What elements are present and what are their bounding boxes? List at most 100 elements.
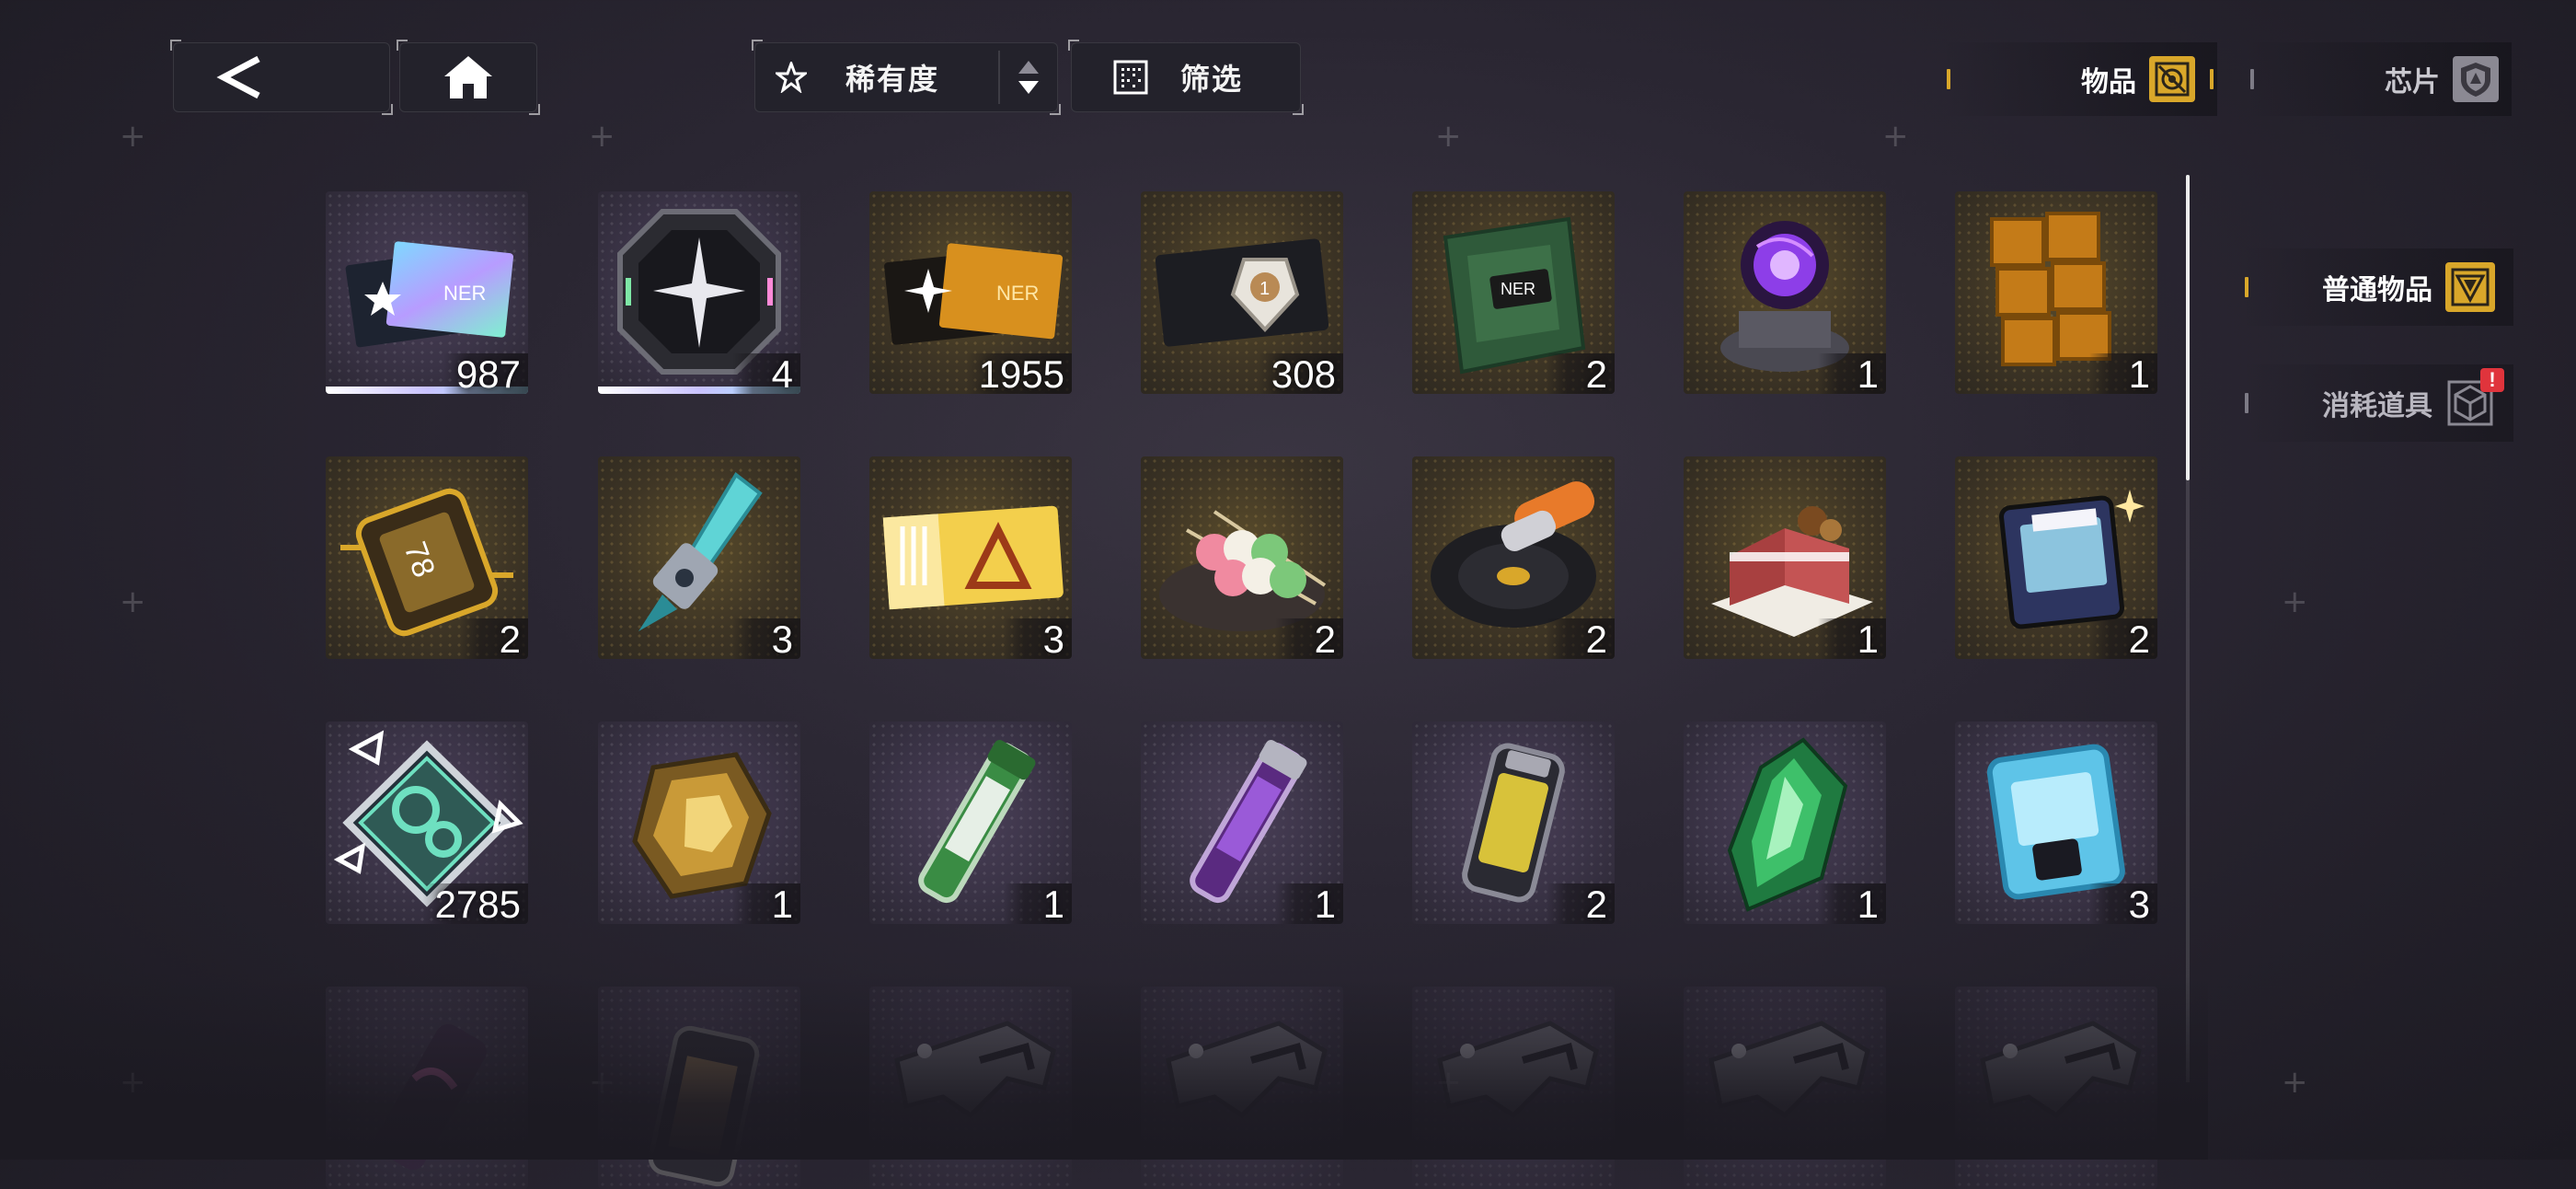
category-consumable-label: 消耗道具 (2322, 391, 2432, 421)
decor-plus: + (2282, 1064, 2308, 1101)
weapon-part-icon (1437, 1021, 1599, 1119)
svg-text:NER: NER (1501, 280, 1535, 298)
home-button[interactable] (397, 40, 540, 115)
decor-plus: + (120, 118, 146, 155)
inventory-item[interactable]: 4 (598, 191, 800, 394)
item-count: 2 (2089, 618, 2157, 659)
inventory-item[interactable]: 2785 (326, 721, 528, 924)
inventory-item[interactable]: 1 308 (1141, 191, 1343, 394)
home-icon (444, 56, 492, 98)
weapon-part-icon (1166, 1021, 1328, 1119)
decor-plus: + (1435, 118, 1462, 155)
item-count: 3 (2089, 883, 2157, 924)
item-count: 2 (1547, 618, 1615, 659)
svg-text:1: 1 (1259, 279, 1270, 299)
inventory-item[interactable] (1684, 987, 1886, 1189)
tab-tick (2250, 69, 2254, 89)
inventory-item[interactable]: 1 (1141, 721, 1343, 924)
scrollbar-thumb[interactable] (2186, 175, 2190, 480)
tab-items[interactable]: 物品 (1941, 42, 2217, 116)
tab-tick (1947, 69, 1950, 89)
inventory-item[interactable] (598, 987, 800, 1189)
dark-cylinder-icon (648, 1025, 760, 1187)
star-icon (776, 62, 807, 93)
svg-text:NER: NER (443, 282, 486, 305)
decor-plus: + (120, 1064, 146, 1101)
inventory-item[interactable]: 3 (869, 456, 1072, 659)
item-count: 1 (1275, 883, 1343, 924)
inventory-item[interactable] (1955, 987, 2157, 1189)
tab-items-label: 物品 (2081, 67, 2136, 98)
inventory-item[interactable]: 2 (1141, 456, 1343, 659)
category-normal-label: 普通物品 (2322, 275, 2432, 306)
inventory-item[interactable]: 1 (1955, 191, 2157, 394)
item-count: 1 (1004, 883, 1072, 924)
chip-shield-icon (2453, 56, 2499, 102)
item-count: 1 (1818, 353, 1886, 394)
inventory-item[interactable]: 1 (1684, 721, 1886, 924)
inventory-item[interactable] (1141, 987, 1343, 1189)
inventory-item[interactable]: 1 (1684, 456, 1886, 659)
divider (998, 51, 1000, 104)
item-count: 987 (443, 353, 528, 394)
inventory-item[interactable]: NER 2 (1412, 191, 1615, 394)
rarity-badge-icon (1144, 353, 1211, 390)
category-tick (2245, 393, 2248, 413)
item-count: 1 (1818, 883, 1886, 924)
sort-label: 稀有度 (845, 63, 940, 96)
filter-grid-icon (1113, 60, 1148, 95)
rarity-badge-icon (873, 353, 939, 390)
decor-plus: + (120, 583, 146, 620)
item-count: 2 (1547, 353, 1615, 394)
inventory-item[interactable] (1412, 987, 1615, 1189)
inventory-item[interactable]: 1 (869, 721, 1072, 924)
category-normal-items[interactable]: 普通物品 (2241, 248, 2513, 326)
back-button[interactable] (170, 40, 393, 115)
svg-text:NER: NER (996, 282, 1039, 305)
items-tab-icon (2149, 56, 2195, 102)
alert-badge: ! (2480, 368, 2504, 392)
weapon-part-icon (1980, 1021, 2142, 1119)
inventory-item[interactable] (869, 987, 1072, 1189)
decor-plus: + (589, 118, 615, 155)
item-count: 3 (1004, 618, 1072, 659)
inventory-item[interactable]: 1 (598, 721, 800, 924)
inventory-item[interactable]: 78 2 (326, 456, 528, 659)
item-count: 1 (1818, 618, 1886, 659)
sort-toggle-icon[interactable] (1017, 57, 1041, 98)
inventory-item[interactable]: 3 (1955, 721, 2157, 924)
inventory-item[interactable]: NER 987 (326, 191, 528, 394)
normal-items-icon (2445, 262, 2495, 312)
inventory-item[interactable]: 2 (1412, 456, 1615, 659)
filter-button[interactable]: 筛选 (1068, 40, 1304, 115)
item-count: 4 (732, 353, 800, 394)
item-count: 1 (732, 883, 800, 924)
item-count: 3 (732, 618, 800, 659)
category-tick (2245, 277, 2248, 297)
item-count: 2 (460, 618, 528, 659)
inventory-item[interactable]: 1 (1684, 191, 1886, 394)
decor-plus: + (2282, 583, 2308, 620)
sort-rarity-button[interactable]: 稀有度 (752, 40, 1061, 115)
pink-canister-icon (374, 1023, 487, 1171)
item-count: 2785 (421, 883, 528, 924)
inventory-item[interactable]: 3 (598, 456, 800, 659)
weapon-part-icon (894, 1021, 1056, 1119)
item-count: 2 (1275, 618, 1343, 659)
inventory-item[interactable] (326, 987, 528, 1189)
filter-label: 筛选 (1180, 63, 1244, 96)
inventory-item[interactable]: NER 1955 (869, 191, 1072, 394)
back-arrow-icon (216, 55, 260, 99)
tab-chips[interactable]: 芯片 (2245, 42, 2512, 116)
inventory-item[interactable]: 2 (1955, 456, 2157, 659)
inventory-item[interactable]: 2 (1412, 721, 1615, 924)
item-count: 1955 (965, 353, 1072, 394)
tab-tick (2210, 69, 2214, 89)
category-consumables[interactable]: 消耗道具 ! (2241, 364, 2513, 442)
rarity-badge-icon (329, 353, 396, 390)
tab-chips-label: 芯片 (2385, 67, 2440, 98)
decor-plus: + (1882, 118, 1909, 155)
item-count: 2 (1547, 883, 1615, 924)
item-count: 308 (1258, 353, 1343, 394)
weapon-part-icon (1708, 1021, 1870, 1119)
